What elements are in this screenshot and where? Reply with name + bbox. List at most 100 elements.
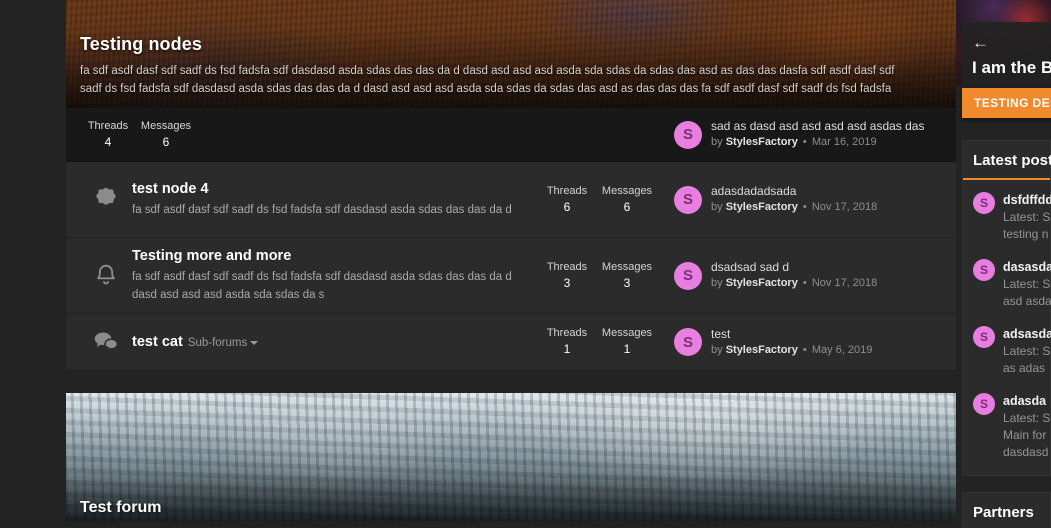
list-item-line-1: Latest: S (1003, 209, 1051, 224)
node-title[interactable]: test cat Sub-forums (132, 333, 528, 351)
node-latest-post-meta: by StylesFactory • May 6, 2019 (711, 343, 872, 358)
node-stat-messages-label: Messages (601, 327, 653, 340)
meta-separator: • (802, 343, 807, 356)
by-label: by (711, 136, 723, 149)
category-banner: Testing nodes fa sdf asdf dasf sdf sadf … (66, 0, 956, 108)
forum-page: Testing nodes fa sdf asdf dasf sdf sadf … (0, 0, 1051, 528)
list-item-text: adasda Latest: S Main for dasdasd (1003, 393, 1050, 461)
left-gutter (0, 0, 66, 528)
list-item-text: adsasda Latest: S as adas (1003, 326, 1051, 377)
avatar[interactable]: S (973, 258, 995, 281)
blob-icon (80, 185, 132, 215)
forum-block: Test forum (66, 393, 956, 521)
by-label: by (711, 343, 723, 356)
node-stat-messages-value: 6 (623, 199, 631, 214)
list-item[interactable]: S adsasda Latest: S as adas (963, 318, 1051, 385)
list-item-title[interactable]: adasda (1003, 393, 1046, 410)
list-item-line-1: Latest: S (1003, 276, 1051, 291)
bell-icon (80, 262, 132, 290)
node-row[interactable]: Testing more and more fa sdf asdf dasf s… (66, 238, 956, 314)
node-latest-post[interactable]: S adasdadadsada by StylesFactory • Nov 1… (674, 183, 942, 215)
avatar[interactable]: S (674, 328, 702, 356)
node-stat-messages: Messages 1 (598, 326, 656, 357)
category-stat-group: Threads 4 Messages 6 (80, 119, 196, 150)
partners-heading: Partners (963, 493, 1050, 528)
category-latest-post-title[interactable]: sad as dasd asd asd asd asd asdas das (711, 118, 924, 135)
author-name[interactable]: StylesFactory (726, 201, 798, 213)
list-item-line-2: Main for (1003, 427, 1047, 442)
category-stat-messages-label: Messages (140, 119, 192, 132)
node-stat-threads-value: 1 (563, 342, 571, 357)
author-name[interactable]: StylesFactory (726, 344, 798, 356)
avatar[interactable]: S (973, 325, 995, 348)
chevron-down-icon (250, 340, 259, 345)
avatar[interactable]: S (674, 185, 702, 214)
main-content: Testing nodes fa sdf asdf dasf sdf sadf … (66, 0, 956, 528)
author-name[interactable]: StylesFactory (726, 277, 798, 289)
post-date: Nov 17, 2018 (811, 201, 878, 214)
latest-posts-heading: Latest post (963, 141, 1051, 180)
list-item-line-2: testing n (1003, 226, 1049, 241)
node-stat-messages: Messages 3 (598, 260, 656, 291)
list-item-text: dasasda Latest: S asd asda (1003, 259, 1051, 310)
list-item-line-1: Latest: S (1003, 343, 1051, 358)
category-stat-threads-value: 4 (104, 134, 112, 149)
category-stat-threads: Threads 4 (80, 119, 136, 150)
list-item-line-2: as adas (1003, 360, 1046, 375)
node-stat-messages-label: Messages (601, 184, 653, 197)
forum-banner-text: Test forum (80, 499, 161, 517)
category-description-line-1: fa sdf asdf dasf sdf sadf ds fsd fadsfa … (80, 64, 895, 77)
right-sidebar: ← I am the B TESTING DESC Latest post S … (956, 0, 1051, 528)
meta-separator: • (802, 277, 807, 290)
category-stat-messages: Messages 6 (138, 119, 194, 150)
category-banner-text: Testing nodes fa sdf asdf dasf sdf sadf … (66, 0, 956, 99)
category-latest-post-text: sad as dasd asd asd asd asd asdas das by… (711, 118, 924, 150)
node-stat-threads-value: 3 (563, 275, 571, 290)
node-stat-threads-value: 6 (563, 199, 571, 214)
list-item[interactable]: S dsfdffdd Latest: S testing n (963, 184, 1051, 251)
node-stat-messages: Messages 6 (598, 184, 656, 215)
testing-desc-button[interactable]: TESTING DESC (962, 88, 1051, 118)
author-name[interactable]: StylesFactory (726, 136, 798, 148)
by-label: by (711, 201, 723, 214)
meta-separator: • (802, 201, 807, 214)
node-stat-messages-value: 1 (623, 342, 631, 357)
node-stat-threads-label: Threads (546, 327, 588, 340)
forum-banner[interactable]: Test forum (66, 393, 956, 521)
list-item-title[interactable]: dasasda (1003, 259, 1051, 276)
node-title-text[interactable]: test cat (132, 334, 183, 350)
latest-posts-panel: Latest post S dsfdffdd Latest: S testing… (962, 140, 1051, 476)
list-item-text: dsfdffdd Latest: S testing n (1003, 192, 1051, 243)
node-latest-post-title[interactable]: test (711, 326, 872, 343)
node-stat-threads-label: Threads (546, 184, 588, 197)
node-stat-threads: Threads 1 (538, 326, 596, 357)
speech-bubbles-icon (80, 327, 132, 357)
category-latest-post[interactable]: S sad as dasd asd asd asd asd asdas das … (674, 118, 942, 150)
avatar[interactable]: S (973, 192, 995, 214)
list-item-title[interactable]: adsasda (1003, 326, 1051, 343)
list-item-title[interactable]: dsfdffdd (1003, 192, 1051, 209)
avatar[interactable]: S (674, 120, 702, 149)
category-stats-bar: Threads 4 Messages 6 S sad as dasd asd a… (66, 108, 956, 162)
list-item[interactable]: S dasasda Latest: S asd asda (963, 251, 1051, 318)
subforums-label: Sub-forums (187, 336, 248, 349)
node-latest-post[interactable]: S dsadsad sad d by StylesFactory • Nov 1… (674, 259, 942, 291)
forum-title[interactable]: Test forum (80, 499, 161, 517)
list-item-line-2: asd asda (1003, 293, 1051, 308)
list-item[interactable]: S adasda Latest: S Main for dasdasd (963, 385, 1050, 469)
category-title[interactable]: Testing nodes (80, 34, 934, 56)
sidebar-hero-title: I am the B (972, 58, 1051, 77)
node-title[interactable]: Testing more and more (132, 247, 528, 265)
node-latest-post-title[interactable]: adasdadadsada (711, 183, 877, 200)
avatar[interactable]: S (674, 261, 702, 290)
node-latest-post-title[interactable]: dsadsad sad d (711, 259, 877, 276)
subforums-toggle[interactable]: Sub-forums (187, 336, 259, 349)
back-arrow-icon[interactable]: ← (972, 34, 1051, 51)
avatar[interactable]: S (973, 392, 995, 415)
node-row[interactable]: test node 4 fa sdf asdf dasf sdf sadf ds… (66, 162, 956, 238)
node-row[interactable]: test cat Sub-forums Threads 1 Messages 1 … (66, 314, 956, 371)
node-latest-post-text: adasdadadsada by StylesFactory • Nov 17,… (711, 183, 877, 215)
node-stat-threads: Threads 3 (538, 260, 596, 291)
node-title[interactable]: test node 4 (132, 180, 528, 198)
node-latest-post[interactable]: S test by StylesFactory • May 6, 2019 (674, 326, 942, 358)
